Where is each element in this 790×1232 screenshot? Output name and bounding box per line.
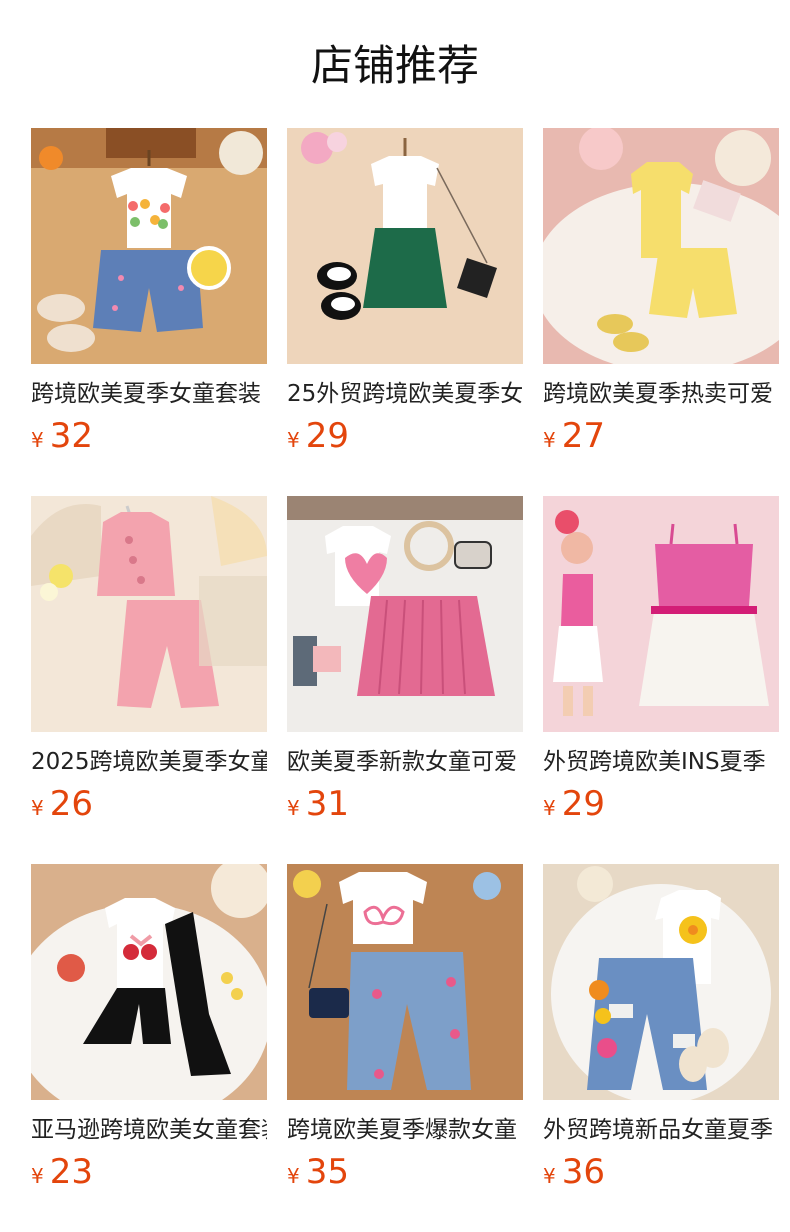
currency-symbol: ¥	[287, 428, 300, 452]
product-name[interactable]: 跨境欧美夏季女童套装	[31, 378, 267, 410]
product-price: ¥35	[287, 1152, 349, 1198]
currency-symbol: ¥	[287, 1164, 300, 1188]
product-grid: 跨境欧美夏季女童套装 ¥32 25外贸跨境欧美夏季女童 ¥ 29 跨境欧美夏季热…	[31, 128, 779, 1192]
outfit-image	[543, 128, 779, 364]
product-card[interactable]: 跨境欧美夏季热卖可爱 ¥27	[543, 128, 779, 456]
outfit-image	[31, 496, 267, 732]
product-card[interactable]: 欧美夏季新款女童可爱 ¥31	[287, 496, 523, 824]
currency-symbol: ¥	[31, 796, 44, 820]
product-price: ¥29	[543, 784, 605, 830]
product-image[interactable]	[543, 496, 779, 732]
currency-symbol: ¥	[31, 1164, 44, 1188]
product-name[interactable]: 外贸跨境欧美INS夏季	[543, 746, 779, 778]
product-card[interactable]: 2025跨境欧美夏季女童 ¥26	[31, 496, 267, 824]
currency-symbol: ¥	[543, 796, 556, 820]
product-image[interactable]	[31, 128, 267, 364]
product-card[interactable]: 外贸跨境新品女童夏季 ¥36	[543, 864, 779, 1192]
outfit-image	[287, 496, 523, 732]
price-value: 29	[305, 416, 349, 456]
product-name[interactable]: 25外贸跨境欧美夏季女童	[287, 378, 523, 410]
product-card[interactable]: 外贸跨境欧美INS夏季 ¥29	[543, 496, 779, 824]
product-image[interactable]	[287, 864, 523, 1100]
product-image[interactable]	[31, 496, 267, 732]
price-value: 31	[305, 784, 349, 824]
product-name[interactable]: 外贸跨境新品女童夏季	[543, 1114, 779, 1146]
product-image[interactable]	[287, 496, 523, 732]
price-value: 26	[49, 784, 93, 824]
product-card[interactable]: 亚马逊跨境欧美女童套装 ¥23	[31, 864, 267, 1192]
outfit-image	[543, 864, 779, 1100]
product-price: ¥32	[31, 416, 93, 462]
outfit-image	[287, 864, 523, 1100]
product-image[interactable]	[31, 864, 267, 1100]
section-title: 店铺推荐	[310, 41, 479, 90]
product-name[interactable]: 2025跨境欧美夏季女童	[31, 746, 267, 778]
product-price: ¥27	[543, 416, 605, 462]
product-price: ¥29	[287, 416, 349, 462]
product-image[interactable]	[287, 128, 523, 364]
price-value: 23	[49, 1152, 93, 1192]
product-card[interactable]: 跨境欧美夏季爆款女童 ¥35	[287, 864, 523, 1192]
price-value: 29	[561, 784, 605, 824]
product-name[interactable]: 欧美夏季新款女童可爱	[287, 746, 523, 778]
product-name[interactable]: 跨境欧美夏季爆款女童	[287, 1114, 523, 1146]
product-name[interactable]: 跨境欧美夏季热卖可爱	[543, 378, 779, 410]
outfit-image	[31, 128, 267, 364]
product-card[interactable]: 25外贸跨境欧美夏季女童 ¥29	[287, 128, 523, 456]
product-price: ¥23	[31, 1152, 93, 1198]
price-value: 35	[305, 1152, 349, 1192]
product-image[interactable]	[543, 128, 779, 364]
shop-recommend-page: 店铺推荐 跨境欧美夏季女童套装 ¥ 32 25外贸跨境欧美夏季女童 ¥ 29 跨…	[0, 0, 790, 1232]
product-price: ¥31	[287, 784, 349, 830]
price-value: 36	[561, 1152, 605, 1192]
price-value: 32	[49, 416, 93, 456]
product-image[interactable]	[543, 864, 779, 1100]
product-price: ¥26	[31, 784, 93, 830]
outfit-image	[543, 496, 779, 732]
product-price: ¥36	[543, 1152, 605, 1198]
outfit-image	[31, 864, 267, 1100]
product-name[interactable]: 亚马逊跨境欧美女童套装	[31, 1114, 267, 1146]
currency-symbol: ¥	[543, 428, 556, 452]
currency-symbol: ¥	[31, 428, 44, 452]
currency-symbol: ¥	[287, 796, 300, 820]
price-value: 27	[561, 416, 605, 456]
product-card[interactable]: 跨境欧美夏季女童套装 ¥32	[31, 128, 267, 456]
currency-symbol: ¥	[543, 1164, 556, 1188]
outfit-image	[287, 128, 523, 364]
